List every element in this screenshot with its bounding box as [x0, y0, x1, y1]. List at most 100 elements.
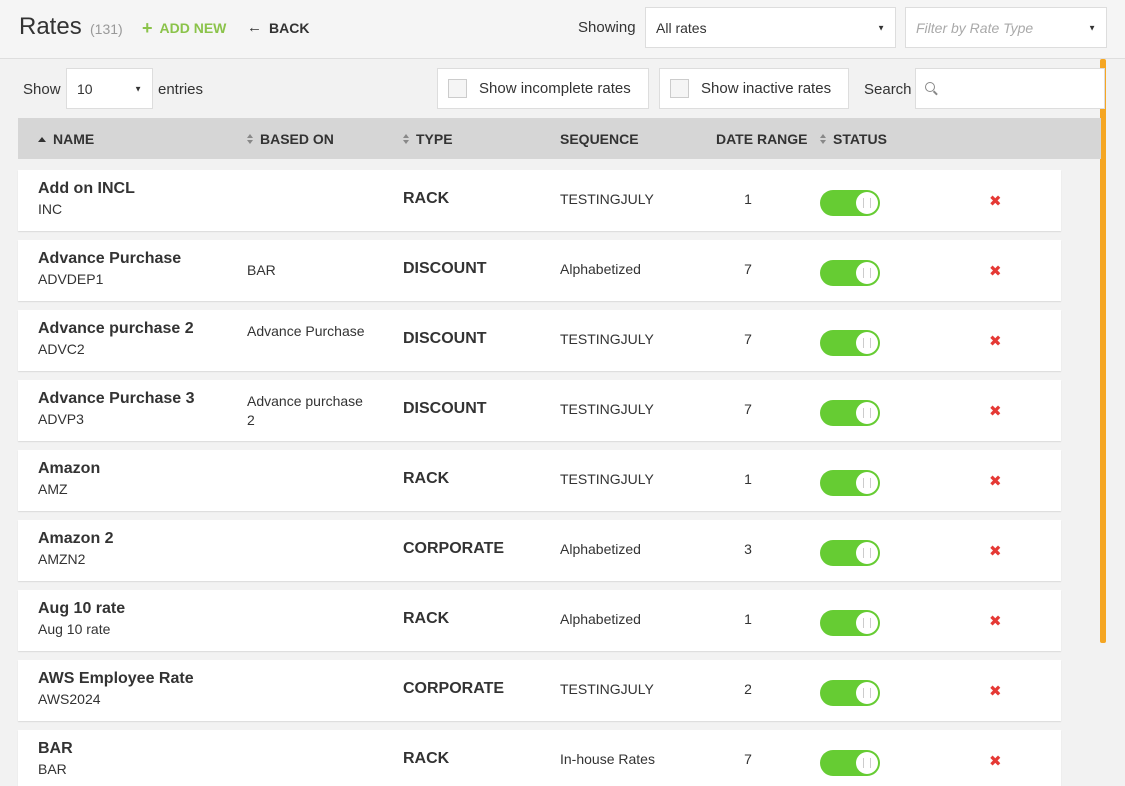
rate-type: CORPORATE: [403, 540, 505, 557]
toggle-knob: [856, 402, 878, 424]
table-row[interactable]: Aug 10 rate Aug 10 rate RACK Alphabetize…: [18, 590, 1061, 651]
column-header-date-range: DATE RANGE: [716, 131, 808, 147]
plus-icon: +: [142, 18, 153, 38]
status-toggle[interactable]: [820, 680, 880, 706]
rate-sequence: Alphabetized: [560, 261, 641, 277]
rate-type: RACK: [403, 470, 450, 487]
caret-down-icon: ▼: [134, 84, 142, 93]
add-new-button[interactable]: + ADD NEW: [142, 18, 227, 38]
table-row[interactable]: Add on INCL INC RACK TESTINGJULY 1 ✖: [18, 170, 1061, 231]
toggle-knob: [856, 192, 878, 214]
rate-date-range: 1: [744, 471, 752, 487]
sort-icon: [820, 134, 826, 144]
rate-code: ADVP3: [38, 411, 84, 427]
checkbox-square[interactable]: [670, 79, 689, 98]
table-row[interactable]: Advance purchase 2 ADVC2 Advance Purchas…: [18, 310, 1061, 371]
checkbox-square[interactable]: [448, 79, 467, 98]
rate-type: CORPORATE: [403, 680, 505, 697]
rate-sequence: TESTINGJULY: [560, 401, 654, 417]
rate-sequence: TESTINGJULY: [560, 471, 654, 487]
column-header-status[interactable]: STATUS: [820, 131, 887, 147]
table-row[interactable]: Amazon AMZ RACK TESTINGJULY 1 ✖: [18, 450, 1061, 511]
x-icon[interactable]: ✖: [989, 682, 1002, 700]
rate-name: Amazon 2: [38, 530, 114, 547]
status-toggle[interactable]: [820, 400, 880, 426]
table-row[interactable]: Advance Purchase 3 ADVP3 Advance purchas…: [18, 380, 1061, 441]
sort-asc-icon: [38, 136, 46, 142]
showing-label: Showing: [578, 19, 636, 36]
rate-date-range: 3: [744, 541, 752, 557]
caret-down-icon: ▼: [1088, 23, 1096, 32]
toggle-knob: [856, 472, 878, 494]
status-toggle[interactable]: [820, 260, 880, 286]
rates-select-value: All rates: [656, 19, 707, 36]
add-new-label: ADD NEW: [159, 20, 227, 36]
rate-sequence: Alphabetized: [560, 541, 641, 557]
rate-sequence: TESTINGJULY: [560, 681, 654, 697]
rate-based-on: Advance purchase 2: [247, 393, 363, 428]
status-toggle[interactable]: [820, 750, 880, 776]
rate-based-on: BAR: [247, 262, 276, 278]
x-icon[interactable]: ✖: [989, 402, 1002, 420]
status-toggle[interactable]: [820, 190, 880, 216]
rate-code: ADVC2: [38, 341, 85, 357]
rates-select[interactable]: All rates ▼: [645, 7, 896, 48]
table-row[interactable]: Advance Purchase ADVDEP1 BAR DISCOUNT Al…: [18, 240, 1061, 301]
x-icon[interactable]: ✖: [989, 332, 1002, 350]
rate-date-range: 7: [744, 401, 752, 417]
rate-type: DISCOUNT: [403, 260, 487, 277]
back-label: BACK: [269, 20, 310, 36]
rate-type-filter-placeholder: Filter by Rate Type: [916, 19, 1034, 36]
rate-based-on: Advance Purchase: [247, 323, 365, 339]
rate-code: INC: [38, 201, 63, 217]
back-button[interactable]: ← BACK: [247, 20, 309, 36]
sort-icon: [403, 134, 409, 144]
column-header-type[interactable]: TYPE: [403, 131, 453, 147]
column-header-sequence-label: SEQUENCE: [560, 131, 639, 147]
status-toggle[interactable]: [820, 610, 880, 636]
rate-date-range: 7: [744, 751, 752, 767]
rate-name: Advance Purchase 3: [38, 390, 195, 407]
sort-icon: [247, 134, 253, 144]
rate-code: ADVDEP1: [38, 271, 104, 287]
magnifier-icon: [925, 82, 935, 92]
table-row[interactable]: BAR BAR RACK In-house Rates 7 ✖: [18, 730, 1061, 786]
show-incomplete-label: Show incomplete rates: [479, 80, 631, 97]
rate-count: (131): [90, 21, 123, 37]
x-icon[interactable]: ✖: [989, 752, 1002, 770]
rate-type-filter[interactable]: Filter by Rate Type ▼: [905, 7, 1107, 48]
column-header-based-on-label: BASED ON: [260, 131, 334, 147]
entries-select[interactable]: 10 ▼: [66, 68, 153, 109]
column-header-name[interactable]: NAME: [38, 131, 94, 147]
rate-code: AWS2024: [38, 691, 101, 707]
show-inactive-label: Show inactive rates: [701, 80, 832, 97]
x-icon[interactable]: ✖: [989, 192, 1002, 210]
rate-code: BAR: [38, 761, 67, 777]
column-header-based-on[interactable]: BASED ON: [247, 131, 334, 147]
status-toggle[interactable]: [820, 470, 880, 496]
rate-code: AMZ: [38, 481, 68, 497]
x-icon[interactable]: ✖: [989, 542, 1002, 560]
x-icon[interactable]: ✖: [989, 472, 1002, 490]
rate-date-range: 7: [744, 261, 752, 277]
rate-type: RACK: [403, 750, 450, 767]
table-header: NAME BASED ON TYPE SEQUENCE DATE RANGE S…: [18, 118, 1101, 159]
rate-sequence: Alphabetized: [560, 611, 641, 627]
rate-code: AMZN2: [38, 551, 86, 567]
rate-type: RACK: [403, 190, 450, 207]
rate-name: Add on INCL: [38, 180, 135, 197]
table-row[interactable]: Amazon 2 AMZN2 CORPORATE Alphabetized 3 …: [18, 520, 1061, 581]
show-inactive-checkbox[interactable]: Show inactive rates: [659, 68, 849, 109]
status-toggle[interactable]: [820, 330, 880, 356]
caret-down-icon: ▼: [877, 23, 885, 32]
show-incomplete-checkbox[interactable]: Show incomplete rates: [437, 68, 649, 109]
search-input[interactable]: [915, 68, 1105, 109]
rate-name: AWS Employee Rate: [38, 670, 194, 687]
x-icon[interactable]: ✖: [989, 612, 1002, 630]
top-bar: Rates (131) + ADD NEW ← BACK Showing All…: [0, 0, 1125, 59]
table-row[interactable]: AWS Employee Rate AWS2024 CORPORATE TEST…: [18, 660, 1061, 721]
status-toggle[interactable]: [820, 540, 880, 566]
x-icon[interactable]: ✖: [989, 262, 1002, 280]
rate-date-range: 7: [744, 331, 752, 347]
show-label: Show: [23, 81, 61, 98]
